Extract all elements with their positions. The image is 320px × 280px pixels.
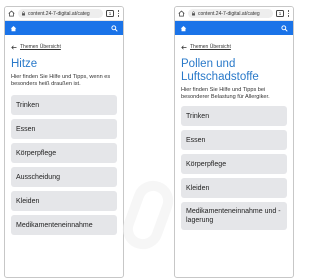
tabs-icon[interactable]: 1 (106, 10, 114, 17)
list-item-essen[interactable]: Essen (181, 130, 287, 150)
search-icon[interactable] (281, 24, 288, 32)
watermark (117, 175, 179, 255)
lock-icon (22, 11, 25, 16)
list-item-koerperpflege[interactable]: Körperpflege (11, 143, 117, 163)
arrow-left-icon (11, 45, 17, 49)
url-field[interactable]: content.24-7-digital.at/categ (188, 9, 273, 18)
list-item-ausscheidung[interactable]: Ausscheidung (11, 167, 117, 187)
menu-icon[interactable] (117, 10, 120, 17)
app-header-bar (175, 21, 293, 35)
tabs-icon[interactable]: 1 (276, 10, 284, 17)
list-item-medikamenteneinnahme-lagerung[interactable]: Medikamenteneinnahme und -lagerung (181, 202, 287, 230)
menu-icon[interactable] (287, 10, 290, 17)
list-item-medikamenteneinnahme[interactable]: Medikamenteneinnahme (11, 215, 117, 235)
app-header-bar (5, 21, 123, 35)
back-link[interactable]: Themen Übersicht (5, 43, 123, 51)
browser-url-bar: content.24-7-digital.at/categ 1 (5, 7, 123, 21)
page-title: Hitze (11, 58, 38, 70)
url-text: content.24-7-digital.at/categ (28, 10, 90, 17)
home-icon[interactable] (8, 10, 15, 17)
list-item-kleiden[interactable]: Kleiden (181, 178, 287, 198)
topic-list: Trinken Essen Körperpflege Kleiden Medik… (175, 106, 293, 230)
list-item-kleiden[interactable]: Kleiden (11, 191, 117, 211)
page-description: Hier finden Sie Hilfe und Tipps, wenn es… (11, 74, 111, 87)
page-title: Pollen und Luftschadstoffe (181, 58, 259, 83)
search-icon[interactable] (111, 24, 118, 32)
url-field[interactable]: content.24-7-digital.at/categ (18, 9, 103, 18)
phone-screen-hitze: content.24-7-digital.at/categ 1 Themen Ü… (4, 6, 124, 278)
phone-screen-pollen: content.24-7-digital.at/categ 1 Themen Ü… (174, 6, 294, 278)
home-icon[interactable] (10, 25, 17, 32)
browser-url-bar: content.24-7-digital.at/categ 1 (175, 7, 293, 21)
list-item-essen[interactable]: Essen (11, 119, 117, 139)
back-link-label: Themen Übersicht (20, 44, 61, 50)
home-icon[interactable] (178, 10, 185, 17)
back-link[interactable]: Themen Übersicht (175, 43, 293, 51)
back-link-label: Themen Übersicht (190, 44, 231, 50)
list-item-trinken[interactable]: Trinken (11, 95, 117, 115)
list-item-trinken[interactable]: Trinken (181, 106, 287, 126)
list-item-koerperpflege[interactable]: Körperpflege (181, 154, 287, 174)
url-text: content.24-7-digital.at/categ (198, 10, 260, 17)
home-icon[interactable] (180, 25, 187, 32)
page-description: Hier finden Sie Hilfe und Tipps bei beso… (181, 87, 270, 100)
topic-list: Trinken Essen Körperpflege Ausscheidung … (5, 95, 123, 235)
lock-icon (192, 11, 195, 16)
arrow-left-icon (181, 45, 187, 49)
